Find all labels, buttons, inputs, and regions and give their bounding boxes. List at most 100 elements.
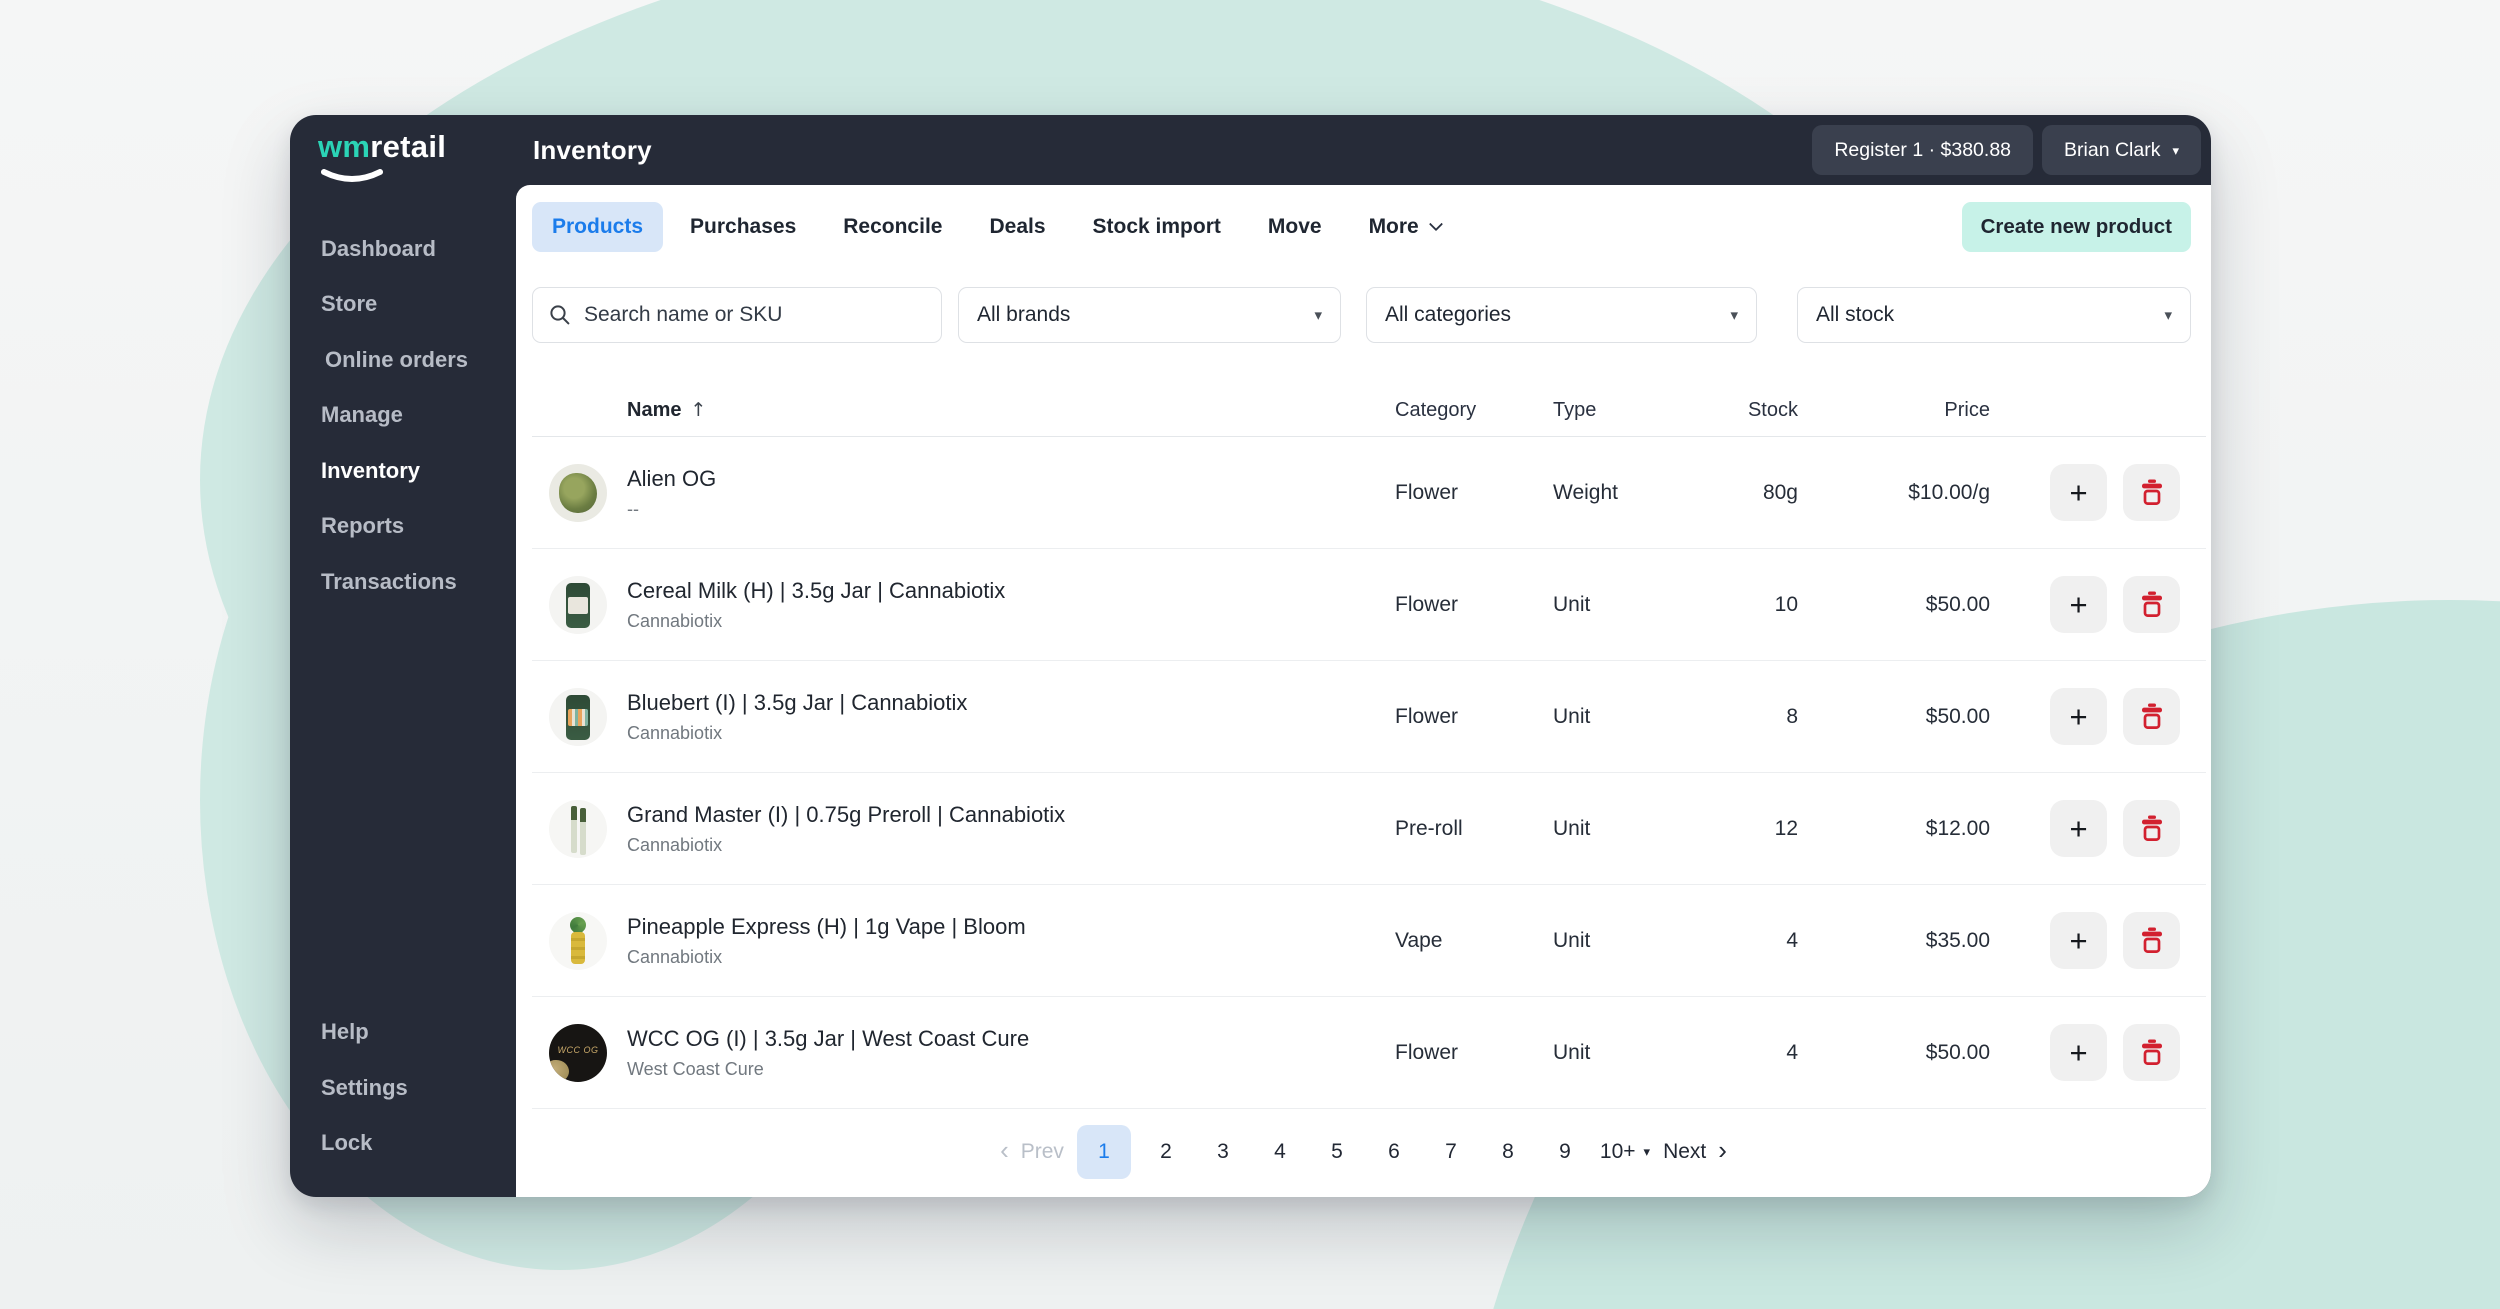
register-button[interactable]: Register 1 · $380.88 [1812,125,2034,175]
add-stock-button[interactable]: + [2050,688,2107,745]
tab-deals[interactable]: Deals [969,202,1065,252]
table-row: Cereal Milk (H) | 3.5g Jar | Cannabiotix… [532,549,2206,661]
sidebar-item-store[interactable]: Store [290,277,516,333]
column-header-price: Price [1944,398,1990,421]
stock-filter-select[interactable]: All stock ▾ [1797,287,2191,343]
delete-product-button[interactable] [2123,912,2180,969]
pagination-page-1[interactable]: 1 [1076,1125,1131,1179]
pagination: ‹ Prev 1 2 3 4 5 6 7 8 9 10+ ▾ Next › [516,1124,2211,1180]
sidebar-item-manage[interactable]: Manage [290,388,516,444]
sidebar-item-settings[interactable]: Settings [290,1060,516,1116]
product-stock: 4 [1786,929,1798,952]
product-stock: 80g [1762,481,1798,504]
pagination-page-4[interactable]: 4 [1258,1125,1302,1179]
add-stock-button[interactable]: + [2050,576,2107,633]
chevron-down-icon: ▾ [1730,306,1738,324]
product-thumbnail [549,800,607,858]
product-price: $12.00 [1925,817,1990,840]
product-brand: Cannabiotix [627,835,723,855]
pagination-next-button[interactable]: Next › [1663,1125,1727,1179]
product-table-body: Alien OG -- Flower Weight 80g $10.00/g + [532,437,2206,1109]
delete-product-button[interactable] [2123,688,2180,745]
chevron-left-icon: ‹ [1000,1134,1009,1165]
wm-retail-logo: wmretail [318,129,447,182]
pagination-page-8[interactable]: 8 [1486,1125,1530,1179]
product-category: Flower [1395,481,1459,504]
add-stock-button[interactable]: + [2050,912,2107,969]
pagination-prev-button[interactable]: ‹ Prev [1000,1125,1064,1179]
product-name: Bluebert (I) | 3.5g Jar | Cannabiotix [627,690,968,715]
tab-more-label: More [1368,215,1419,238]
product-thumbnail [549,576,607,634]
column-header-name[interactable]: Name ↑ [627,383,706,437]
sidebar-item-lock[interactable]: Lock [290,1116,516,1172]
stock-filter-value: All stock [1816,303,1895,326]
trash-icon [2141,927,2162,953]
delete-product-button[interactable] [2123,576,2180,633]
chevron-down-icon: ▾ [1314,306,1322,324]
table-row: Grand Master (I) | 0.75g Preroll | Canna… [532,773,2206,885]
product-brand: -- [627,499,639,519]
brand-filter-select[interactable]: All brands ▾ [958,287,1341,343]
product-type: Unit [1553,705,1591,728]
logo-retail-text: retail [370,129,447,164]
product-price: $50.00 [1925,1041,1990,1064]
add-stock-button[interactable]: + [2050,800,2107,857]
pagination-page-2[interactable]: 2 [1144,1125,1188,1179]
pagination-page-9[interactable]: 9 [1543,1125,1587,1179]
tab-stock-import[interactable]: Stock import [1073,202,1241,252]
product-brand: West Coast Cure [627,1059,764,1079]
search-input[interactable] [584,303,925,327]
column-header-stock: Stock [1747,398,1798,421]
product-category: Flower [1395,1041,1459,1064]
user-menu-button[interactable]: Brian Clark ▾ [2042,125,2201,175]
inventory-content: Products Purchases Reconcile Deals Stock… [516,185,2211,1197]
sort-ascending-icon: ↑ [690,399,707,421]
product-price: $35.00 [1925,929,1990,952]
delete-product-button[interactable] [2123,1024,2180,1081]
sidebar-item-inventory[interactable]: Inventory [290,443,516,499]
create-new-product-button[interactable]: Create new product [1961,202,2191,252]
pagination-page-10plus[interactable]: 10+ ▾ [1600,1125,1650,1179]
tab-products[interactable]: Products [532,202,664,252]
tab-reconcile[interactable]: Reconcile [823,202,962,252]
add-stock-button[interactable]: + [2050,464,2107,521]
product-stock: 8 [1786,705,1798,728]
product-brand: Cannabiotix [627,723,723,743]
pagination-page-3[interactable]: 3 [1201,1125,1245,1179]
filter-bar: All brands ▾ All categories ▾ All stock … [532,287,2191,343]
product-category: Pre-roll [1395,817,1463,840]
chevron-down-icon: ▾ [2172,143,2179,158]
product-stock: 4 [1786,1041,1798,1064]
topbar-actions: Register 1 · $380.88 Brian Clark ▾ [1812,115,2201,185]
sidebar-item-reports[interactable]: Reports [290,499,516,555]
product-name: WCC OG (I) | 3.5g Jar | West Coast Cure [627,1026,1030,1051]
product-category: Flower [1395,705,1459,728]
product-thumbnail: WCC OG [549,1024,607,1082]
search-field[interactable] [532,287,942,343]
logo-wm-text: wm [318,129,371,164]
table-row: Bluebert (I) | 3.5g Jar | Cannabiotix Ca… [532,661,2206,773]
category-filter-select[interactable]: All categories ▾ [1366,287,1757,343]
tab-move[interactable]: Move [1248,202,1342,252]
sidebar-item-help[interactable]: Help [290,1005,516,1061]
sidebar-item-dashboard[interactable]: Dashboard [290,221,516,277]
delete-product-button[interactable] [2123,464,2180,521]
pagination-page-7[interactable]: 7 [1429,1125,1473,1179]
pagination-page-5[interactable]: 5 [1315,1125,1359,1179]
sidebar-item-transactions[interactable]: Transactions [290,554,516,610]
product-stock: 12 [1774,817,1798,840]
product-type: Unit [1553,1041,1591,1064]
tab-bar: Products Purchases Reconcile Deals Stock… [532,202,1468,252]
tab-purchases[interactable]: Purchases [670,202,816,252]
add-stock-button[interactable]: + [2050,1024,2107,1081]
delete-product-button[interactable] [2123,800,2180,857]
product-type: Weight [1553,481,1618,504]
sidebar-item-online-orders[interactable]: Online orders [290,332,516,388]
product-type: Unit [1553,929,1591,952]
brand-filter-value: All brands [977,303,1071,326]
tab-more[interactable]: More [1349,202,1461,252]
app-window: wmretail Inventory Register 1 · $380.88 … [290,115,2211,1197]
pagination-page-6[interactable]: 6 [1372,1125,1416,1179]
table-row: WCC OG WCC OG (I) | 3.5g Jar | West Coas… [532,997,2206,1109]
